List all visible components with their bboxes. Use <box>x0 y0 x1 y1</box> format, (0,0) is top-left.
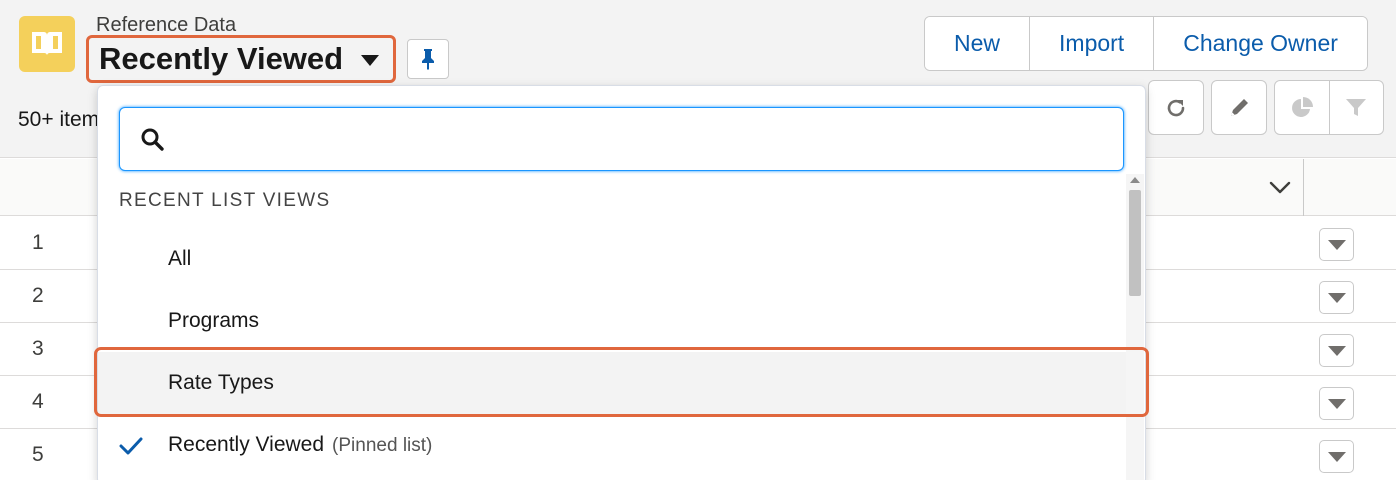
pin-list-button[interactable] <box>407 39 449 79</box>
option-label: Rate Types <box>168 371 274 394</box>
caret-down-icon <box>1327 451 1346 462</box>
list-view-option-all[interactable]: All <box>98 228 1128 290</box>
list-view-selector[interactable]: Recently Viewed <box>86 35 397 83</box>
option-label: Recently Viewed (Pinned list) <box>168 433 432 457</box>
pencil-icon <box>1231 98 1248 116</box>
pinned-list-tag: (Pinned list) <box>332 435 433 456</box>
scroll-up-arrow-icon[interactable] <box>1130 177 1140 183</box>
search-icon <box>141 128 164 151</box>
list-view-dropdown: RECENT LIST VIEWS All Programs Rate Type… <box>97 85 1146 480</box>
row-number: 4 <box>32 390 44 413</box>
list-view-option-rate-types[interactable]: Rate Types <box>98 352 1128 414</box>
new-button[interactable]: New <box>925 17 1030 70</box>
chart-filter-group <box>1274 80 1384 135</box>
item-count: 50+ items <box>18 108 110 131</box>
list-search-input[interactable] <box>180 108 1110 170</box>
book-icon <box>19 16 75 72</box>
option-label: Programs <box>168 309 260 332</box>
option-label-text: Recently Viewed <box>168 433 325 456</box>
column-divider <box>1303 159 1304 216</box>
row-number: 5 <box>32 443 44 466</box>
row-number: 1 <box>32 231 44 254</box>
row-actions-button[interactable] <box>1319 387 1354 420</box>
caret-down-icon <box>1327 398 1346 409</box>
caret-down-icon <box>361 55 380 66</box>
refresh-button[interactable] <box>1148 80 1204 135</box>
list-view-title: Recently Viewed <box>99 41 344 76</box>
import-button[interactable]: Import <box>1029 17 1154 70</box>
option-label: All <box>168 247 192 270</box>
list-view-option-recently-viewed[interactable]: Recently Viewed (Pinned list) <box>98 414 1128 476</box>
row-number: 3 <box>32 337 44 360</box>
header-actions: New Import Change Owner <box>924 16 1368 71</box>
caret-down-icon <box>1327 292 1346 303</box>
object-label: Reference Data <box>96 14 237 36</box>
list-view-option-programs[interactable]: Programs <box>98 290 1128 352</box>
chart-button[interactable] <box>1275 81 1329 134</box>
row-number: 2 <box>32 284 44 307</box>
filter-button[interactable] <box>1328 81 1384 134</box>
edit-list-button[interactable] <box>1211 80 1267 135</box>
pin-icon <box>422 49 434 70</box>
row-actions-button[interactable] <box>1319 228 1354 261</box>
caret-down-icon <box>1327 345 1346 356</box>
chart-icon <box>1291 96 1313 117</box>
refresh-icon <box>1167 99 1185 116</box>
list-search-box <box>119 107 1124 171</box>
change-owner-button[interactable]: Change Owner <box>1153 17 1367 70</box>
caret-down-icon <box>1327 239 1346 250</box>
row-actions-button[interactable] <box>1319 334 1354 367</box>
scrollbar-thumb[interactable] <box>1129 190 1141 296</box>
row-actions-button[interactable] <box>1319 281 1354 314</box>
filter-icon <box>1346 98 1367 116</box>
recent-list-views-header: RECENT LIST VIEWS <box>119 190 331 211</box>
chevron-down-icon[interactable] <box>1268 177 1292 197</box>
row-actions-button[interactable] <box>1319 440 1354 473</box>
checkmark-icon <box>119 437 143 455</box>
